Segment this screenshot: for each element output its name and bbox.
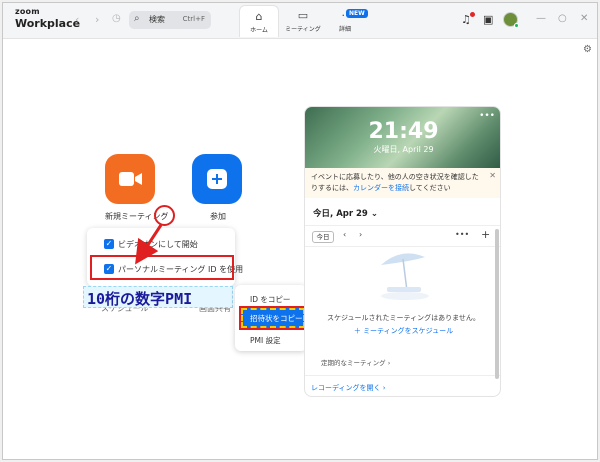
pmi-annotation-banner: 10桁の数字PMI xyxy=(83,286,233,308)
connect-calendar-link[interactable]: カレンダーを接続 xyxy=(353,184,409,192)
next-day-icon[interactable]: › xyxy=(359,230,362,239)
video-on-label: ビデオオンにして開始 xyxy=(118,240,198,249)
pmi-annotation-text: 10桁の数字PMI xyxy=(87,290,193,308)
add-event-icon[interactable]: + xyxy=(481,228,490,241)
recurring-label: 定期的なミーティング xyxy=(321,359,386,367)
history-clock-icon[interactable]: ◷ xyxy=(112,13,121,24)
open-recordings-link[interactable]: レコーディングを開く › xyxy=(311,383,386,393)
prev-day-icon[interactable]: ‹ xyxy=(343,230,346,239)
menu-item-copy-id[interactable]: ID をコピー xyxy=(250,294,290,305)
annotation-circle xyxy=(154,205,175,226)
calendar-hero-image: ••• 21:49 火曜日, April 29 xyxy=(305,107,500,168)
close-icon[interactable]: ✕ xyxy=(489,171,496,180)
more-icon[interactable]: ••• xyxy=(455,230,469,239)
tab-home-label: ホーム xyxy=(250,27,268,34)
minimize-icon[interactable]: — xyxy=(536,13,546,24)
new-meeting-button[interactable] xyxy=(105,154,155,204)
whiteboard-icon[interactable]: ▣ xyxy=(483,13,493,26)
title-bar: zoom Workplace ‹ › ◷ ⌕ 検索 Ctrl+F ⌂ ホーム ▭… xyxy=(3,3,597,39)
calendar-panel: ••• 21:49 火曜日, April 29 イベントに応募したり、他の人の空… xyxy=(304,106,501,397)
connect-calendar-notice: イベントに応募したり、他の人の空き状況を確認したりするには、カレンダーを接続して… xyxy=(305,168,500,198)
day-header-label: 今日, Apr 29 xyxy=(313,209,368,219)
search-icon: ⌕ xyxy=(134,13,140,24)
zoom-logo: zoom Workplace xyxy=(15,7,81,30)
recordings-label: レコーディングを開く xyxy=(311,384,381,392)
beach-umbrella-illustration xyxy=(381,253,429,300)
divider xyxy=(305,375,500,376)
empty-state-text: スケジュールされたミーティングはありません。 xyxy=(327,314,480,322)
chevron-down-icon: ⌄ xyxy=(370,209,378,219)
chevron-right-icon: › xyxy=(382,384,386,392)
logo-bottom-text: Workplace xyxy=(15,17,81,30)
tab-home[interactable]: ⌂ ホーム xyxy=(239,5,279,37)
notification-dot xyxy=(470,12,475,17)
join-button[interactable] xyxy=(192,154,242,204)
tab-meetings-label: ミーティング xyxy=(285,26,321,33)
plus-icon: ＋ xyxy=(353,327,364,335)
dropdown-item-video-on[interactable]: ✓ ビデオオンにして開始 xyxy=(87,233,235,255)
calendar-toolbar: 今日 ‹ › ••• + xyxy=(305,225,500,247)
day-header[interactable]: 今日, Apr 29 ⌄ xyxy=(313,207,378,219)
today-button[interactable]: 今日 xyxy=(312,231,334,243)
tab-meetings[interactable]: ▭ ミーティング xyxy=(283,5,323,37)
recurring-meetings-link[interactable]: 定期的なミーティング › xyxy=(321,357,390,367)
app-window: zoom Workplace ‹ › ◷ ⌕ 検索 Ctrl+F ⌂ ホーム ▭… xyxy=(2,2,598,460)
maximize-icon[interactable]: ○ xyxy=(558,13,567,24)
menu-item-pmi-settings[interactable]: PMI 設定 xyxy=(250,335,281,346)
plus-icon xyxy=(207,169,227,189)
notice-text: イベントに応募したり、他の人の空き状況を確認したりするには、カレンダーを接続して… xyxy=(311,172,481,194)
close-icon[interactable]: ✕ xyxy=(580,13,588,24)
clock-date: 火曜日, April 29 xyxy=(373,145,434,154)
copy-invitation-label: 招待状をコピー xyxy=(250,314,303,323)
chevron-right-icon: › xyxy=(387,359,391,367)
new-badge: NEW xyxy=(346,9,368,18)
presence-dot xyxy=(514,23,519,28)
checkbox-checked-icon[interactable]: ✓ xyxy=(104,239,114,249)
tab-more-label: 詳細 xyxy=(338,26,351,33)
schedule-meeting-label: ミーティングをスケジュール xyxy=(363,327,454,335)
forward-arrow-icon[interactable]: › xyxy=(95,13,99,26)
join-label: 参加 xyxy=(210,212,226,221)
schedule-meeting-link[interactable]: ＋ ミーティングをスケジュール xyxy=(305,326,500,336)
video-camera-icon xyxy=(119,172,142,186)
search-placeholder: 検索 xyxy=(149,15,165,24)
annotation-highlight-box xyxy=(90,255,234,280)
clock-time: 21:49 xyxy=(368,119,439,144)
notice-end: してください xyxy=(409,184,451,192)
menu-item-copy-invitation[interactable]: 招待状をコピー xyxy=(239,306,307,330)
logo-top-text: zoom xyxy=(15,7,40,16)
video-camera-icon: ▭ xyxy=(297,9,309,22)
back-arrow-icon[interactable]: ‹ xyxy=(75,13,79,26)
home-icon: ⌂ xyxy=(255,10,263,23)
gear-icon[interactable]: ⚙ xyxy=(583,44,592,55)
panel-scrollbar[interactable] xyxy=(495,229,499,379)
search-shortcut: Ctrl+F xyxy=(182,15,205,23)
search-input[interactable]: ⌕ 検索 Ctrl+F xyxy=(129,11,211,29)
